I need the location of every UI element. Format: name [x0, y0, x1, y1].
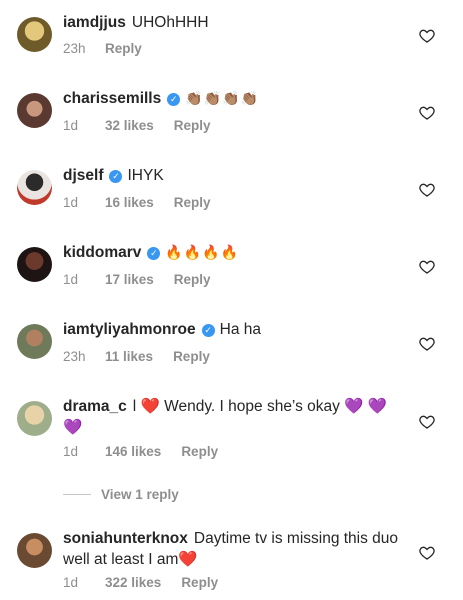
reply-thread-line [63, 494, 91, 495]
likes-count[interactable]: 32 likes [105, 118, 154, 133]
timestamp: 23h [63, 41, 86, 56]
username[interactable]: soniahunterknox [63, 530, 188, 547]
avatar[interactable] [17, 170, 52, 205]
username[interactable]: iamdjjus [63, 14, 126, 31]
comment-text: 🔥🔥🔥🔥 [165, 244, 240, 260]
username[interactable]: kiddomarv [63, 244, 141, 261]
like-heart-icon[interactable] [419, 259, 435, 275]
username[interactable]: iamtyliyahmonroe [63, 321, 196, 338]
username[interactable]: drama_c [63, 398, 127, 415]
comment-text: 👏🏽👏🏽👏🏽👏🏽 [185, 90, 259, 106]
likes-count[interactable]: 11 likes [105, 349, 153, 364]
view-replies-label: View 1 reply [101, 487, 179, 502]
comment-meta: 1d 146 likes Reply [63, 444, 218, 459]
likes-count[interactable]: 322 likes [105, 575, 161, 590]
reply-button[interactable]: Reply [174, 118, 211, 133]
like-heart-icon[interactable] [419, 414, 435, 430]
timestamp: 23h [63, 349, 86, 364]
verified-badge-icon: ✓ [147, 247, 161, 260]
username[interactable]: djself [63, 167, 103, 184]
comment-meta: 23h 11 likes Reply [63, 349, 210, 364]
verified-badge-icon: ✓ [201, 324, 215, 337]
comment-text-block: djself ✓ IHYK [63, 165, 403, 186]
like-heart-icon[interactable] [419, 28, 435, 44]
avatar[interactable] [17, 324, 52, 359]
comment-text-block: charissemills ✓ 👏🏽👏🏽👏🏽👏🏽 [63, 88, 403, 109]
timestamp: 1d [63, 195, 79, 210]
likes-count[interactable]: 16 likes [105, 195, 154, 210]
reply-button[interactable]: Reply [181, 575, 218, 590]
timestamp: 1d [63, 118, 79, 133]
comment-meta: 1d 16 likes Reply [63, 195, 211, 210]
comment-text-block: kiddomarv ✓ 🔥🔥🔥🔥 [63, 242, 403, 263]
like-heart-icon[interactable] [419, 105, 435, 121]
avatar[interactable] [17, 533, 52, 568]
view-replies-button[interactable]: View 1 reply [63, 487, 179, 502]
reply-button[interactable]: Reply [173, 349, 210, 364]
likes-count[interactable]: 17 likes [105, 272, 154, 287]
timestamp: 1d [63, 444, 79, 459]
reply-button[interactable]: Reply [105, 41, 142, 56]
verified-badge-icon: ✓ [109, 170, 123, 183]
comment-text-block: soniahunterknox Daytime tv is missing thi… [63, 528, 403, 570]
comment-meta: 1d 17 likes Reply [63, 272, 211, 287]
avatar[interactable] [17, 247, 52, 282]
like-heart-icon[interactable] [419, 545, 435, 561]
timestamp: 1d [63, 272, 79, 287]
comment-text: Ha ha [219, 321, 262, 338]
comment-text: IHYK [127, 167, 164, 184]
comment-meta: 23h Reply [63, 41, 142, 56]
comment-meta: 1d 32 likes Reply [63, 118, 211, 133]
reply-button[interactable]: Reply [174, 272, 211, 287]
username[interactable]: charissemills [63, 90, 161, 107]
like-heart-icon[interactable] [419, 336, 435, 352]
verified-badge-icon: ✓ [167, 93, 181, 106]
avatar[interactable] [17, 93, 52, 128]
reply-button[interactable]: Reply [174, 195, 211, 210]
comment-text-block: iamtyliyahmonroe ✓ Ha ha [63, 319, 403, 340]
likes-count[interactable]: 146 likes [105, 444, 161, 459]
avatar[interactable] [17, 17, 52, 52]
comment-meta: 1d 322 likes Reply [63, 575, 218, 590]
reply-button[interactable]: Reply [181, 444, 218, 459]
comment-text-block: iamdjjus UHOhHHH [63, 12, 403, 33]
avatar[interactable] [17, 401, 52, 436]
comment-text-block: drama_c l ❤️ Wendy. I hope she’s okay 💜 💜… [63, 396, 403, 438]
comment-text: UHOhHHH [131, 14, 209, 31]
like-heart-icon[interactable] [419, 182, 435, 198]
timestamp: 1d [63, 575, 79, 590]
